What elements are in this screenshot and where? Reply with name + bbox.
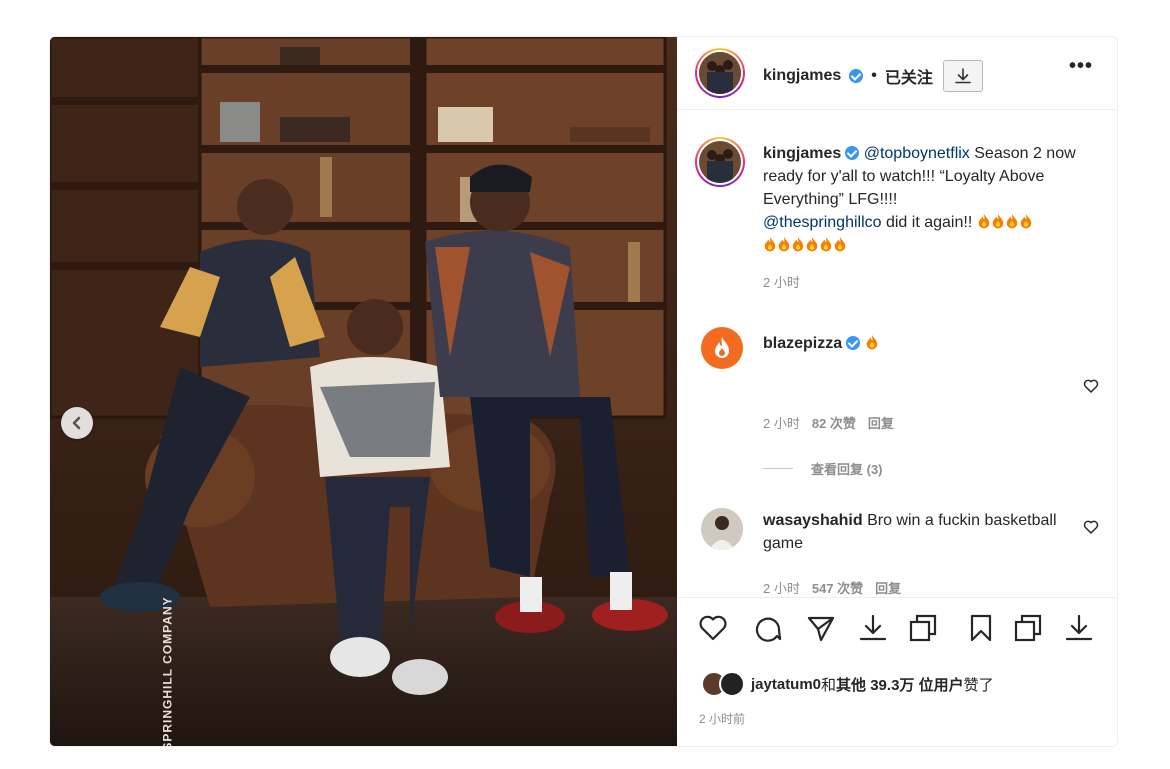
reply-button[interactable]: 回复: [875, 578, 901, 597]
post-sidebar: kingjames • 已关注 ••• kingjames @topboynet…: [677, 37, 1117, 746]
like-comment-button[interactable]: [1083, 378, 1099, 399]
caption-avatar[interactable]: [695, 137, 745, 187]
save-button[interactable]: [965, 612, 997, 644]
post-image: SPRINGHILL COMPANY: [50, 37, 677, 746]
comment-meta: 2 小时 82 次赞 回复: [763, 413, 894, 432]
fire-emoji-icon: [978, 214, 989, 229]
avatar-photo: [699, 141, 741, 183]
caption-text-2: did it again!!: [881, 214, 977, 231]
blazepizza-avatar[interactable]: [701, 327, 743, 369]
instagram-post: SPRINGHILL COMPANY kingjames • 已关注 ••• k…: [49, 36, 1118, 747]
mention-topboynetflix[interactable]: @topboynetflix: [864, 145, 970, 162]
post-header: kingjames • 已关注 •••: [677, 37, 1117, 110]
flame-logo-icon: [715, 337, 729, 358]
likes-and: 和: [821, 676, 837, 694]
copy-button[interactable]: [907, 612, 939, 644]
caption-time: 2 小时: [763, 275, 800, 290]
fire-emoji-icon: [820, 237, 832, 252]
comment-username[interactable]: blazepizza: [763, 335, 842, 352]
likes-summary: jaytatum0 和 其他 39.3万 位用户 赞了: [701, 671, 994, 697]
copy-icon: [909, 614, 937, 642]
action-bar: [677, 597, 1117, 668]
comment-icon: [755, 617, 782, 642]
comment-button[interactable]: [751, 612, 783, 644]
post-timestamp: 2 小时前: [699, 712, 746, 726]
caption-username[interactable]: kingjames: [763, 145, 841, 162]
download-button-2[interactable]: [1063, 612, 1095, 644]
fire-emoji-icon: [992, 214, 1003, 229]
avatar-photo: [699, 52, 741, 94]
fire-emoji-group: [977, 214, 1033, 231]
verified-badge-icon: [845, 146, 860, 160]
fire-emoji-icon: [834, 237, 846, 252]
avatar-photo: [701, 508, 743, 550]
comment-likes[interactable]: 547 次赞: [812, 578, 863, 597]
copy-icon: [1014, 614, 1042, 642]
reply-button[interactable]: 回复: [868, 413, 894, 432]
comment-username[interactable]: wasayshahid: [763, 512, 863, 529]
like-comment-button[interactable]: [1083, 519, 1099, 540]
springhill-watermark: SPRINGHILL COMPANY: [125, 596, 175, 746]
comment-blazepizza: blazepizza: [763, 332, 1063, 355]
header-user-row: kingjames • 已关注: [763, 60, 983, 92]
fire-emoji-icon: [1006, 214, 1017, 229]
comment-likes[interactable]: 82 次赞: [812, 413, 856, 432]
fire-emoji-icon: [866, 335, 877, 350]
watermark-text: SPRINGHILL COMPANY: [160, 596, 175, 746]
comment-wasayshahid: wasayshahid Bro win a fuckin basketball …: [763, 509, 1063, 555]
download-icon: [1065, 614, 1093, 641]
header-download-button[interactable]: [942, 60, 983, 92]
share-button[interactable]: [805, 612, 837, 644]
download-button[interactable]: [857, 612, 889, 644]
comments-section: kingjames @topboynetflix Season 2 now re…: [677, 110, 1117, 597]
verified-badge-icon: [846, 336, 861, 350]
fire-emoji-icon: [778, 237, 790, 252]
heart-icon: [1083, 379, 1099, 393]
fire-emoji-icon: [764, 237, 776, 252]
view-replies[interactable]: 查看回复 (3): [763, 459, 883, 478]
chevron-left-icon: [72, 416, 81, 430]
share-icon: [807, 616, 835, 642]
fire-emoji-group: [865, 335, 879, 352]
bookmark-icon: [970, 614, 992, 642]
header-username[interactable]: kingjames: [763, 67, 841, 85]
verified-badge-icon: [849, 69, 864, 83]
follow-status-button[interactable]: 已关注: [885, 64, 933, 88]
heart-icon: [699, 615, 727, 641]
more-options-button[interactable]: •••: [1069, 55, 1093, 78]
wasayshahid-avatar[interactable]: [701, 508, 743, 550]
download-icon: [859, 614, 887, 641]
separator: •: [871, 67, 877, 84]
likes-suffix: 赞了: [963, 676, 994, 694]
view-replies-label[interactable]: 查看回复 (3): [811, 459, 883, 478]
divider: [763, 468, 793, 469]
comment-time: 2 小时: [763, 581, 800, 596]
like-button[interactable]: [697, 612, 729, 644]
liker-avatars: [701, 671, 745, 697]
download-icon: [955, 68, 971, 84]
liker-avatar: [719, 671, 745, 697]
fire-emoji-icon: [806, 237, 818, 252]
comment-time: 2 小时: [763, 416, 800, 431]
fire-emoji-icon: [1020, 214, 1031, 229]
fire-emoji-group: [763, 237, 847, 254]
author-avatar[interactable]: [695, 48, 745, 98]
heart-icon: [1083, 520, 1099, 534]
fire-emoji-icon: [792, 237, 804, 252]
post-caption: kingjames @topboynetflix Season 2 now re…: [763, 142, 1098, 294]
likes-others[interactable]: 其他 39.3万 位用户: [836, 674, 964, 695]
liker-username[interactable]: jaytatum0: [751, 676, 821, 693]
previous-image-button[interactable]: [61, 407, 93, 439]
mention-thespringhillco[interactable]: @thespringhillco: [763, 214, 882, 231]
copy-button-2[interactable]: [1012, 612, 1044, 644]
comment-meta: 2 小时 547 次赞 回复: [763, 578, 901, 597]
